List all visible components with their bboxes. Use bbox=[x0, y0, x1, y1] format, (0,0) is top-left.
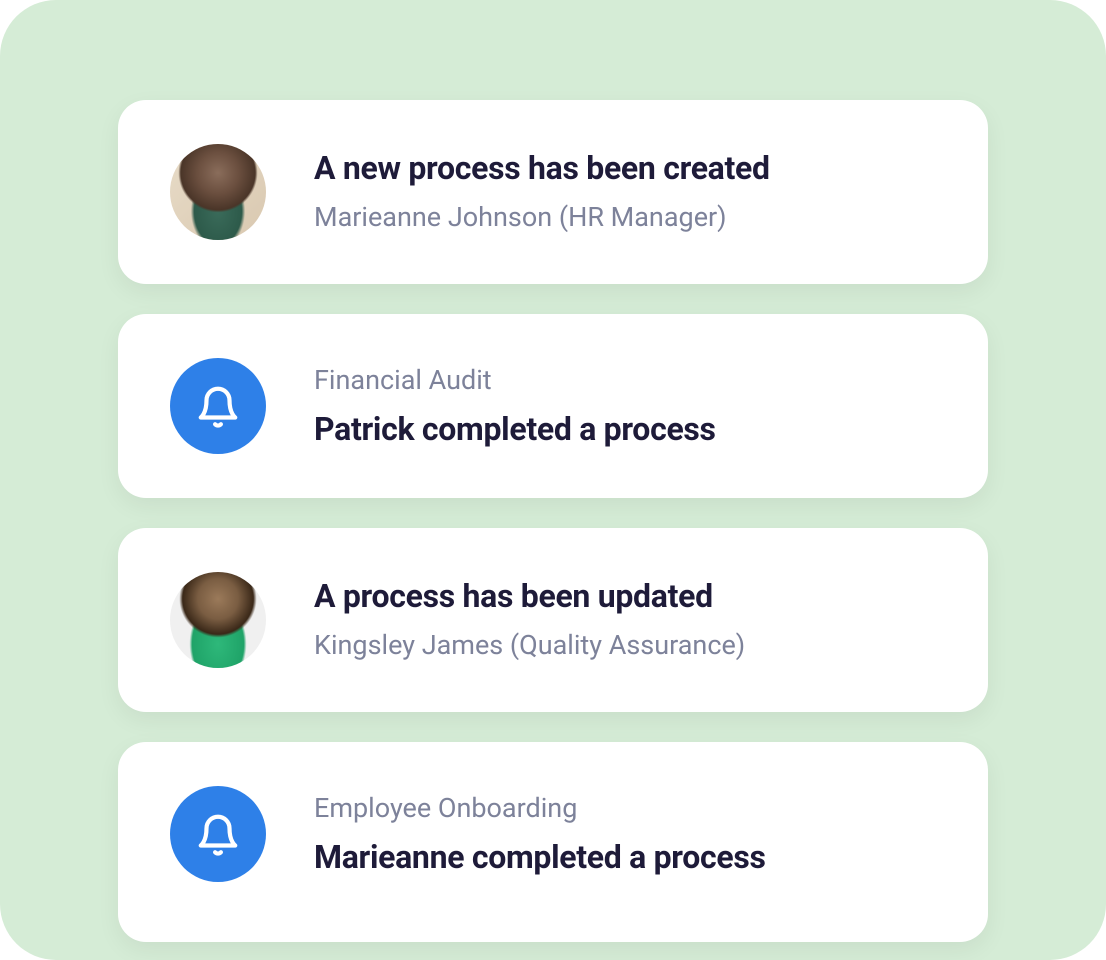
notification-subtitle: Kingsley James (Quality Assurance) bbox=[314, 628, 745, 663]
notification-card[interactable]: Employee Onboarding Marieanne completed … bbox=[118, 742, 988, 942]
notification-text: Employee Onboarding Marieanne completed … bbox=[314, 791, 766, 876]
notification-subtitle: Marieanne Johnson (HR Manager) bbox=[314, 200, 770, 235]
notification-title: Marieanne completed a process bbox=[314, 838, 766, 876]
notification-title: Patrick completed a process bbox=[314, 410, 716, 448]
notification-text: A process has been updated Kingsley Jame… bbox=[314, 577, 745, 662]
notification-text: A new process has been created Marieanne… bbox=[314, 149, 770, 234]
notification-card[interactable]: A process has been updated Kingsley Jame… bbox=[118, 528, 988, 712]
notification-overline: Financial Audit bbox=[314, 363, 716, 398]
notification-card[interactable]: Financial Audit Patrick completed a proc… bbox=[118, 314, 988, 498]
bell-icon bbox=[170, 358, 266, 454]
notification-overline: Employee Onboarding bbox=[314, 791, 766, 826]
avatar bbox=[170, 572, 266, 668]
notification-card[interactable]: A new process has been created Marieanne… bbox=[118, 100, 988, 284]
notification-text: Financial Audit Patrick completed a proc… bbox=[314, 363, 716, 448]
notification-title: A process has been updated bbox=[314, 577, 745, 615]
notification-title: A new process has been created bbox=[314, 149, 770, 187]
notifications-panel: A new process has been created Marieanne… bbox=[0, 0, 1106, 960]
bell-icon bbox=[170, 786, 266, 882]
avatar bbox=[170, 144, 266, 240]
